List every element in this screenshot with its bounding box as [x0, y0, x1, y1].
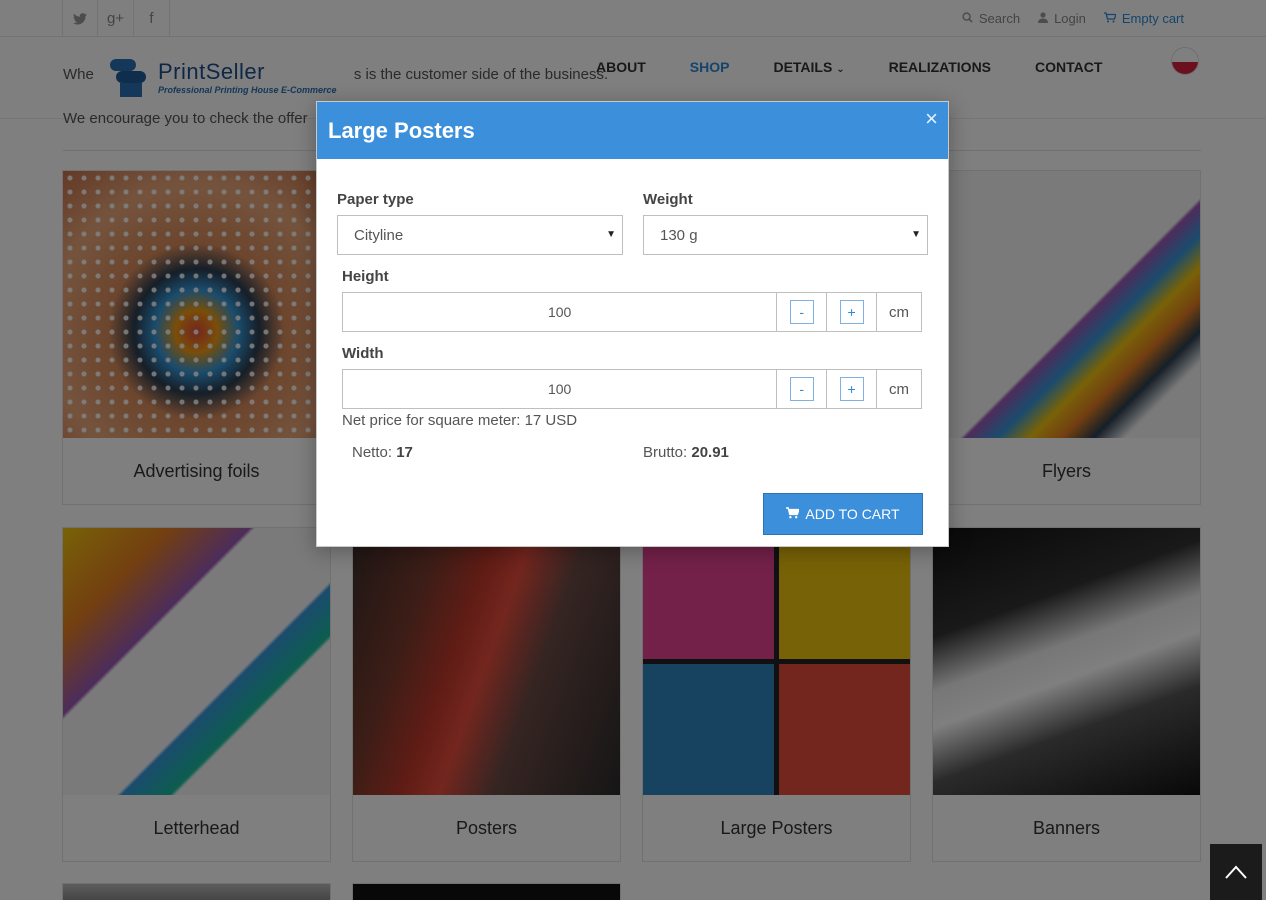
- width-decrement-wrap: -: [777, 369, 828, 409]
- height-decrement-button[interactable]: -: [789, 300, 814, 324]
- scroll-to-top-button[interactable]: [1210, 844, 1262, 900]
- height-stepper: 100 - + cm: [342, 292, 923, 332]
- height-label: Height: [342, 268, 389, 285]
- netto-label: Netto:: [352, 444, 393, 461]
- cart-icon: [786, 506, 801, 522]
- modal-title: Large Posters: [328, 117, 475, 143]
- brutto-total: Brutto: 20.91: [643, 444, 729, 461]
- add-to-cart-label: ADD TO CART: [805, 506, 900, 522]
- height-increment-button[interactable]: +: [839, 300, 864, 324]
- chevron-up-icon: [1225, 859, 1247, 885]
- dropdown-caret-icon: ▼: [911, 229, 921, 240]
- weight-select[interactable]: 130 g ▼: [643, 215, 928, 255]
- net-price-text: Net price for square meter: 17 USD: [342, 412, 578, 429]
- width-stepper: 100 - + cm: [342, 369, 923, 409]
- width-increment-wrap: +: [827, 369, 878, 409]
- height-decrement-wrap: -: [777, 292, 828, 332]
- netto-total: Netto: 17: [352, 444, 413, 461]
- height-input[interactable]: 100: [342, 292, 778, 332]
- modal-header: Large Posters ×: [317, 102, 948, 159]
- weight-value: 130 g: [660, 226, 698, 244]
- paper-type-value: Cityline: [354, 226, 404, 244]
- weight-label: Weight: [643, 191, 693, 208]
- product-modal: Large Posters × Paper type Cityline ▼ We…: [316, 101, 949, 547]
- paper-type-label: Paper type: [337, 191, 414, 208]
- add-to-cart-button[interactable]: ADD TO CART: [763, 493, 923, 535]
- brutto-value: 20.91: [691, 444, 729, 461]
- height-increment-wrap: +: [827, 292, 878, 332]
- width-increment-button[interactable]: +: [839, 377, 864, 401]
- brutto-label: Brutto:: [643, 444, 688, 461]
- dropdown-caret-icon: ▼: [606, 229, 616, 240]
- width-decrement-button[interactable]: -: [789, 377, 814, 401]
- width-unit: cm: [877, 369, 923, 409]
- paper-type-select[interactable]: Cityline ▼: [337, 215, 623, 255]
- close-icon[interactable]: ×: [925, 106, 938, 132]
- height-unit: cm: [877, 292, 923, 332]
- netto-value: 17: [396, 444, 413, 461]
- width-label: Width: [342, 345, 384, 362]
- width-input[interactable]: 100: [342, 369, 778, 409]
